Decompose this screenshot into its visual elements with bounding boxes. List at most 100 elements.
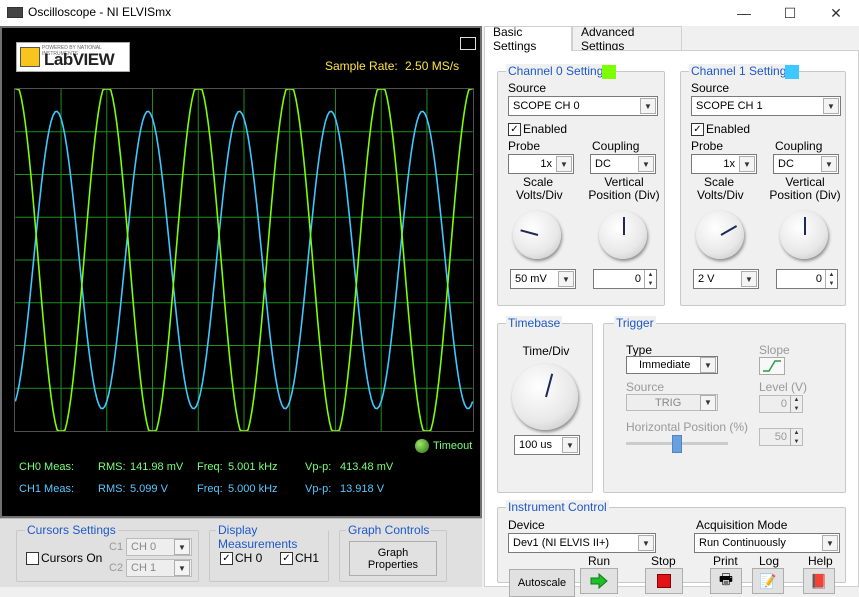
tab-basic-settings[interactable]: Basic Settings xyxy=(484,25,572,53)
basic-settings-panel: Channel 0 Settings Source SCOPE CH 0 ▼ ✓ … xyxy=(484,50,859,597)
cursors-on-label: Cursors On xyxy=(41,551,103,565)
timebase-value: 100 us xyxy=(519,439,553,451)
channel1-source-select[interactable]: SCOPE CH 1 ▼ xyxy=(691,96,841,116)
timeout-label: Timeout xyxy=(433,440,473,452)
ch1-freq-value: 5.000 kHz xyxy=(228,483,278,495)
trigger-level-value: 0 xyxy=(780,398,787,410)
channel0-probe-select[interactable]: 1x ▼ xyxy=(508,154,574,174)
maximize-button[interactable]: ☐ xyxy=(767,0,813,26)
channel0-scale-label: Scale Volts/Div xyxy=(516,175,563,202)
spinner-arrows-icon[interactable]: ▲ ▼ xyxy=(644,270,656,288)
device-label: Device xyxy=(508,518,545,532)
trigger-hpos-slider[interactable] xyxy=(672,435,682,453)
maximize-icon: ☐ xyxy=(783,4,797,21)
timebase-title: Timebase xyxy=(506,316,563,330)
timebase-select[interactable]: 100 us ▼ xyxy=(514,435,580,455)
log-button[interactable]: 📝 xyxy=(752,568,784,594)
ch0-freq-value: 5.001 kHz xyxy=(228,461,278,473)
channel0-probe-value: 1x xyxy=(540,158,552,170)
channel1-coupling-value: DC xyxy=(778,158,794,170)
channel0-vpos-input[interactable]: 0 ▲ ▼ xyxy=(593,269,657,289)
print-label: Print xyxy=(713,554,738,568)
timebase-label: Time/Div xyxy=(522,344,570,358)
channel1-scale-value: 2 V xyxy=(698,273,715,285)
channel0-title: Channel 0 Settings xyxy=(506,64,612,78)
instrument-control-title: Instrument Control xyxy=(506,500,609,514)
channel1-enabled-checkbox[interactable]: ✓ xyxy=(691,123,704,136)
acquisition-mode-select[interactable]: Run Continuously ▼ xyxy=(694,533,840,553)
rising-slope-icon[interactable] xyxy=(759,357,785,375)
help-button[interactable]: 📕 xyxy=(803,568,835,594)
sample-rate-label: Sample Rate: xyxy=(325,59,398,73)
channel0-scale-knob[interactable] xyxy=(513,211,561,259)
chevron-down-icon: ▼ xyxy=(822,535,838,551)
channel1-scale-knob[interactable] xyxy=(696,211,744,259)
chevron-down-icon: ▼ xyxy=(556,156,572,172)
display-measurements-title: Display Measurements xyxy=(216,523,328,551)
c1-select[interactable]: CH 0 ▼ xyxy=(126,538,192,556)
ch1-display-checkbox[interactable]: ✓ xyxy=(280,552,293,565)
spinner-arrows-icon[interactable]: ▲ ▼ xyxy=(790,395,802,413)
channel1-scale-label: Scale Volts/Div xyxy=(697,175,744,202)
acquisition-mode-label: Acquisition Mode xyxy=(696,518,788,532)
chevron-down-icon: ▼ xyxy=(741,271,757,287)
trigger-source-label: Source xyxy=(626,380,665,394)
channel1-probe-select[interactable]: 1x ▼ xyxy=(691,154,757,174)
acquisition-mode-value: Run Continuously xyxy=(699,537,786,549)
bottom-controls: Cursors Settings Cursors On C1 CH 0 ▼ C2 … xyxy=(0,518,482,587)
ch0-rms-label: RMS: xyxy=(98,461,126,473)
graph-properties-label: Graph Properties xyxy=(367,546,419,571)
trigger-level-input[interactable]: 0 ▲ ▼ xyxy=(759,395,803,413)
tab-advanced-settings[interactable]: Advanced Settings xyxy=(572,24,682,53)
channel0-coupling-select[interactable]: DC ▼ xyxy=(590,154,656,174)
channel1-coupling-select[interactable]: DC ▼ xyxy=(773,154,839,174)
channel0-scale-select[interactable]: 50 mV ▼ xyxy=(510,269,576,289)
device-select[interactable]: Dev1 (NI ELVIS II+) ▼ xyxy=(508,533,656,553)
channel1-vpos-input[interactable]: 0 ▲ ▼ xyxy=(776,269,838,289)
spinner-arrows-icon[interactable]: ▲ ▼ xyxy=(825,270,837,288)
channel0-scale-value: 50 mV xyxy=(515,273,547,285)
scope-display-panel: POWERED BY NATIONAL INSTRUMENTS LabVIEW … xyxy=(0,26,482,518)
ch1-vpp-value: 13.918 V xyxy=(340,483,385,495)
trigger-hpos-input[interactable]: 50 ▲ ▼ xyxy=(759,428,803,446)
trigger-source-select[interactable]: TRIG ▼ xyxy=(626,394,718,411)
autoscale-button[interactable]: Autoscale xyxy=(509,569,575,597)
tab-advanced-label: Advanced Settings xyxy=(581,24,635,53)
display-measurements-group: Display Measurements ✓ CH 0 ✓ CH1 xyxy=(209,523,329,582)
timebase-knob[interactable] xyxy=(512,364,578,430)
channel0-color-swatch xyxy=(602,65,616,79)
tab-basic-label: Basic Settings xyxy=(493,25,537,53)
c2-value: CH 1 xyxy=(131,562,157,574)
chevron-down-icon: ▼ xyxy=(562,437,578,453)
minimize-button[interactable]: — xyxy=(721,0,767,26)
print-button[interactable]: 🖶 xyxy=(710,568,742,594)
stop-button[interactable] xyxy=(645,568,683,594)
graph-properties-button[interactable]: Graph Properties xyxy=(349,541,437,576)
channel0-source-select[interactable]: SCOPE CH 0 ▼ xyxy=(508,96,658,116)
c2-select[interactable]: CH 1 ▼ xyxy=(126,559,192,577)
channel0-vpos-knob[interactable] xyxy=(599,211,647,259)
cursors-on-checkbox[interactable] xyxy=(26,552,39,565)
channel0-coupling-label: Coupling xyxy=(592,139,640,153)
restore-window-icon[interactable] xyxy=(460,37,476,50)
channel1-scale-select[interactable]: 2 V ▼ xyxy=(693,269,759,289)
chevron-down-icon: ▼ xyxy=(823,98,839,114)
ch1-meas-label: CH1 Meas: xyxy=(19,483,75,495)
trigger-level-label: Level (V) xyxy=(759,380,808,394)
ch0-display-checkbox[interactable]: ✓ xyxy=(220,552,233,565)
help-label: Help xyxy=(808,554,833,568)
channel0-coupling-value: DC xyxy=(595,158,611,170)
close-button[interactable]: ✕ xyxy=(813,0,859,26)
channel1-vpos-label: Vertical Position (Div) xyxy=(769,175,841,202)
chevron-down-icon: ▼ xyxy=(640,98,656,114)
stop-square-icon xyxy=(657,574,671,588)
run-button[interactable] xyxy=(580,568,618,594)
trigger-title: Trigger xyxy=(614,316,656,330)
trigger-type-select[interactable]: Immediate ▼ xyxy=(626,356,718,374)
channel1-coupling-label: Coupling xyxy=(775,139,823,153)
channel1-group: Channel 1 Settings Source SCOPE CH 1 ▼ ✓ … xyxy=(680,64,846,306)
channel0-enabled-checkbox[interactable]: ✓ xyxy=(508,123,521,136)
channel1-vpos-knob[interactable] xyxy=(780,211,828,259)
oscilloscope-graph[interactable] xyxy=(14,88,474,432)
spinner-arrows-icon[interactable]: ▲ ▼ xyxy=(790,428,802,446)
